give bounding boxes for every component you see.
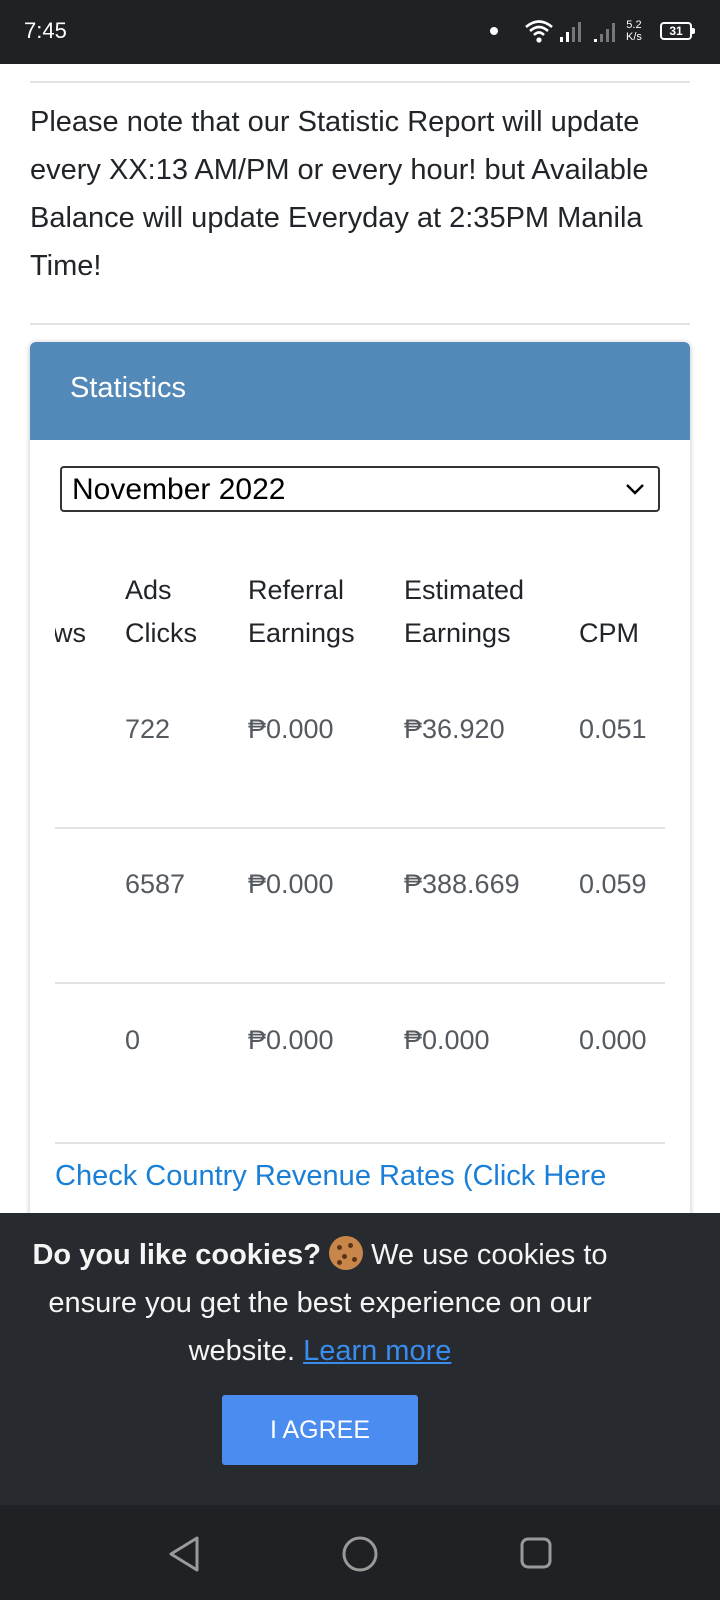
cell-estimated-earnings: ₱0.000 (404, 1025, 490, 1055)
cell-referral-earnings: ₱0.000 (248, 869, 334, 899)
cell-cpm: 0.059 (579, 869, 647, 899)
column-header-cpm: CPM (579, 618, 639, 648)
navigation-bar (0, 1505, 720, 1600)
cell-estimated-earnings: ₱36.920 (404, 714, 505, 744)
divider (30, 323, 690, 325)
cell-ads-clicks: 722 (125, 714, 171, 744)
column-header-referral-earnings: Referral Earnings (248, 575, 355, 648)
statistics-card: Statistics November 2022 ws Ads Clicks R… (30, 342, 690, 1342)
signal-icon (560, 22, 581, 42)
row-divider (55, 1142, 665, 1144)
cell-referral-earnings: ₱0.000 (248, 1025, 334, 1055)
cell-estimated-earnings: ₱388.669 (404, 869, 520, 899)
status-time: 7:45 (24, 18, 67, 43)
month-select-value: November 2022 (72, 473, 286, 506)
network-speed: 5.2 K/s (626, 19, 642, 43)
month-select[interactable]: November 2022 (60, 466, 660, 512)
chevron-down-icon (626, 484, 644, 495)
column-header-ads-clicks: Ads Clicks (125, 575, 197, 648)
back-triangle-icon[interactable] (167, 1535, 201, 1573)
agree-button[interactable]: I AGREE (222, 1395, 418, 1465)
divider (30, 81, 690, 83)
speed-unit: K/s (626, 31, 642, 43)
row-divider (55, 827, 665, 829)
speed-value: 5.2 (626, 19, 642, 31)
card-title: Statistics (70, 372, 187, 404)
wifi-icon (525, 20, 553, 43)
row-divider (55, 982, 665, 984)
cookie-banner: Do you like cookies? We use cookies to e… (0, 1213, 720, 1505)
signal-icon (594, 23, 615, 42)
cookie-heading: Do you like cookies? (32, 1239, 321, 1271)
notice-text: Please note that our Statistic Report wi… (30, 106, 649, 282)
card-header: Statistics (30, 342, 690, 440)
cookie-message: Do you like cookies? We use cookies to e… (20, 1231, 620, 1375)
cell-cpm: 0.000 (579, 1025, 647, 1055)
country-rates-link[interactable]: Check Country Revenue Rates (Click Here (55, 1160, 606, 1193)
cell-ads-clicks: 0 (125, 1025, 141, 1055)
home-circle-icon[interactable] (341, 1535, 379, 1573)
recent-square-icon[interactable] (519, 1536, 553, 1570)
cell-cpm: 0.051 (579, 714, 647, 744)
cell-ads-clicks: 6587 (125, 869, 186, 899)
learn-more-link[interactable]: Learn more (303, 1335, 451, 1367)
cookie-emoji-icon (329, 1236, 364, 1270)
column-header-views: ws (55, 618, 86, 648)
cell-referral-earnings: ₱0.000 (248, 714, 334, 744)
notification-dot-icon (490, 27, 498, 35)
battery-icon: 31 (660, 22, 695, 40)
status-bar: 7:45 5.2 K/s 31 (0, 0, 720, 64)
column-header-estimated-earnings: Estimated Earnings (404, 575, 525, 648)
